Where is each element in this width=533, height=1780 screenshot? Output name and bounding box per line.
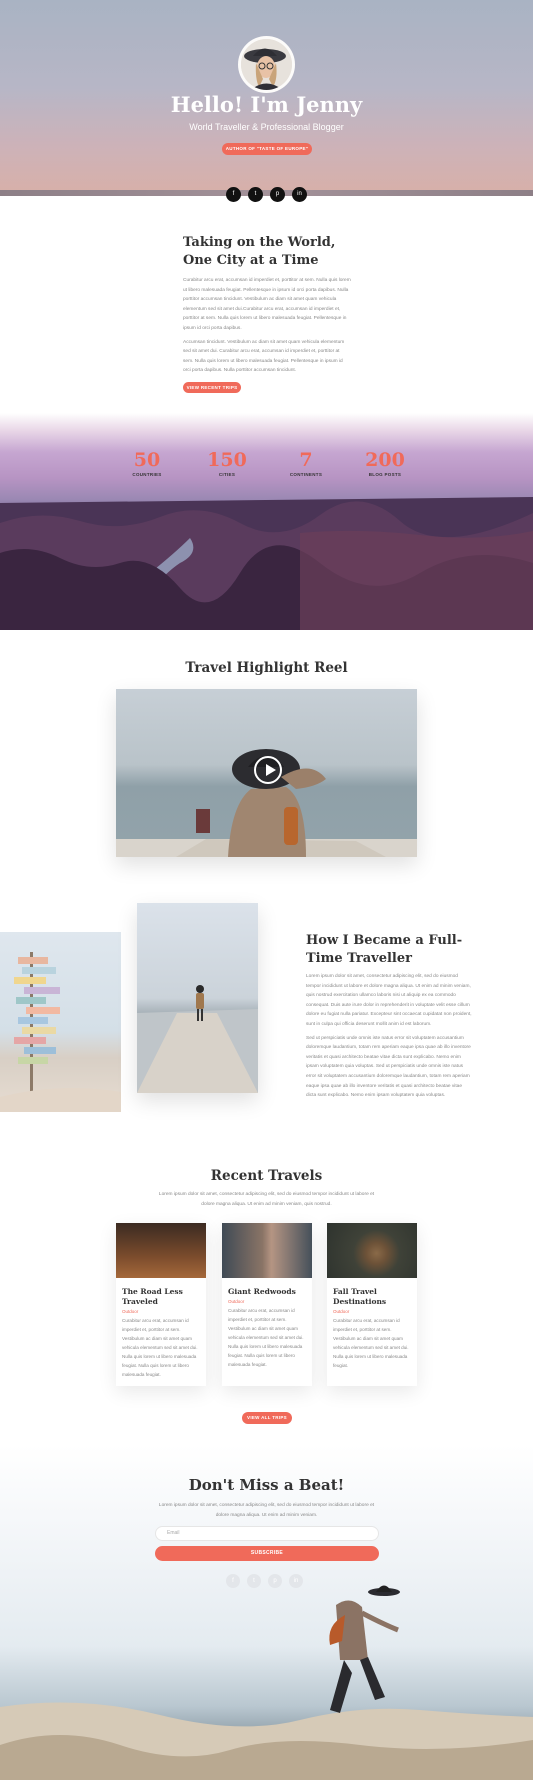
card-excerpt: Curabitur arcu erat, accumsan id imperdi… (122, 1318, 198, 1377)
intro-paragraph-2: Accumsan tincidunt. Vestibulum ac diam s… (183, 339, 345, 374)
card-image-forest-road (116, 1223, 206, 1278)
intro-title: Taking on the World, One City at a Time (183, 235, 336, 268)
card-excerpt: Curabitur arcu erat, accumsan id imperdi… (333, 1318, 409, 1368)
footer-social-links: f t p in (226, 1574, 303, 1588)
card-title[interactable]: The Road Less Traveled (122, 1287, 200, 1307)
card-category[interactable]: Outdoor (122, 1309, 200, 1314)
hero-title: Hello! I'm Jenny (170, 92, 363, 117)
intro-paragraph-1: Curabitur arcu erat, accumsan id imperdi… (183, 278, 351, 331)
pier-photo (137, 903, 258, 1093)
hero-subtitle: World Traveller & Professional Blogger (189, 122, 344, 132)
stat-number: 200 (365, 449, 405, 471)
newsletter-subtitle: Lorem ipsum dolor sit amet, consectetur … (158, 1503, 375, 1518)
hiker-on-rocks-image (0, 1585, 533, 1780)
signpost-photo (0, 932, 121, 1112)
profile-avatar (238, 36, 295, 93)
card-title[interactable]: Giant Redwoods (228, 1287, 306, 1297)
story-title: How I Became a Full-Time Traveller (306, 933, 463, 966)
view-all-trips-button[interactable]: VIEW ALL TRIPS (242, 1412, 292, 1424)
card-excerpt: Curabitur arcu erat, accumsan id imperdi… (228, 1308, 304, 1367)
story-paragraph-2: Sed ut perspiciatis unde omnis iste natu… (306, 1035, 471, 1099)
facebook-icon[interactable]: f (226, 187, 241, 202)
travel-card[interactable]: The Road Less Traveled Outdoor Curabitur… (116, 1223, 206, 1386)
pinterest-icon[interactable]: p (270, 187, 285, 202)
highlight-video[interactable] (116, 689, 417, 857)
stat-continents: 7 CONTINENTS (266, 449, 346, 477)
travel-card[interactable]: Giant Redwoods Outdoor Curabitur arcu er… (222, 1223, 312, 1386)
forest-landscape-image (0, 497, 533, 630)
intro-section: Taking on the World, One City at a Time … (183, 234, 351, 394)
card-image-redwoods (222, 1223, 312, 1278)
author-button[interactable]: AUTHOR OF "TASTE OF EUROPE" (222, 143, 312, 155)
instagram-icon[interactable]: in (289, 1574, 303, 1588)
newsletter-section (0, 1445, 533, 1780)
card-category[interactable]: Outdoor (333, 1309, 411, 1314)
stat-cities: 150 CITIES (187, 449, 267, 477)
stat-label: CONTINENTS (289, 472, 323, 477)
pinterest-icon[interactable]: p (268, 1574, 282, 1588)
stat-label: BLOG POSTS (368, 472, 402, 477)
instagram-icon[interactable]: in (292, 187, 307, 202)
card-title[interactable]: Fall Travel Destinations (333, 1287, 411, 1307)
subscribe-button[interactable]: SUBSCRIBE (155, 1546, 379, 1561)
stat-number: 150 (207, 449, 247, 471)
stat-number: 50 (133, 449, 161, 471)
play-button-icon[interactable] (254, 756, 282, 784)
video-section-title: Travel Highlight Reel (185, 660, 348, 676)
stat-blog-posts: 200 BLOG POSTS (345, 449, 425, 477)
card-image-pinecone (327, 1223, 417, 1278)
stat-label: COUNTRIES (132, 472, 162, 477)
stat-countries: 50 COUNTRIES (107, 449, 187, 477)
recent-travels-title: Recent Travels (210, 1168, 323, 1184)
facebook-icon[interactable]: f (226, 1574, 240, 1588)
story-section: How I Became a Full-Time Traveller Lorem… (306, 932, 472, 1101)
stats-section: 50 COUNTRIES 150 CITIES 7 CONTINENTS 200… (0, 413, 533, 630)
twitter-icon[interactable]: t (247, 1574, 261, 1588)
twitter-icon[interactable]: t (248, 187, 263, 202)
recent-travels-subtitle: Lorem ipsum dolor sit amet, consectetur … (158, 1192, 375, 1207)
hero-social-links: f t p in (226, 187, 307, 202)
stat-label: CITIES (218, 472, 236, 477)
card-category[interactable]: Outdoor (228, 1299, 306, 1304)
email-input[interactable]: Email (155, 1526, 379, 1541)
stat-number: 7 (299, 449, 313, 471)
view-recent-trips-button[interactable]: VIEW RECENT TRIPS (183, 381, 241, 393)
story-paragraph-1: Lorem ipsum dolor sit amet, consectetur … (306, 974, 472, 1027)
travel-card[interactable]: Fall Travel Destinations Outdoor Curabit… (327, 1223, 417, 1386)
newsletter-title: Don't Miss a Beat! (188, 1476, 345, 1494)
